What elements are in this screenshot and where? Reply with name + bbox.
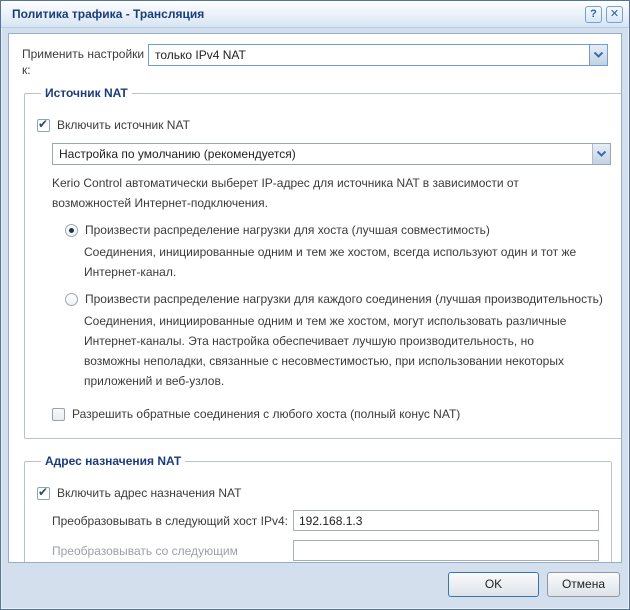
traffic-policy-translation-dialog: Политика трафика - Трансляция ? ✕ Примен… xyxy=(0,0,630,610)
apply-settings-select[interactable]: только IPv4 NAT xyxy=(148,44,608,66)
dialog-titlebar[interactable]: Политика трафика - Трансляция ? ✕ xyxy=(1,1,629,28)
dialog-title: Политика трафика - Трансляция xyxy=(12,7,585,21)
apply-settings-value: только IPv4 NAT xyxy=(149,48,589,62)
ipv4-host-input[interactable] xyxy=(293,510,599,531)
ipv4-host-label: Преобразовывать в следующий хост IPv4: xyxy=(52,510,293,529)
apply-settings-row: Применить настройки к: только IPv4 NAT xyxy=(22,44,608,78)
enable-source-nat-row: Включить источник NAT xyxy=(37,118,611,133)
full-cone-nat-row: Разрешить обратные соединения с любого х… xyxy=(52,407,611,422)
source-nat-mode-description: Kerio Control автоматически выберет IP-а… xyxy=(52,173,581,213)
close-icon[interactable]: ✕ xyxy=(606,6,623,23)
full-cone-nat-checkbox[interactable] xyxy=(52,408,65,421)
titlebar-buttons: ? ✕ xyxy=(585,6,623,23)
ipv6-prefix-input[interactable] xyxy=(293,540,599,561)
source-nat-mode-select[interactable]: Настройка по умолчанию (рекомендуется) xyxy=(52,143,611,165)
load-balance-host-radio[interactable] xyxy=(65,224,78,237)
destination-nat-group: Адрес назначения NAT Включить адрес назн… xyxy=(24,454,612,563)
source-nat-mode-value: Настройка по умолчанию (рекомендуется) xyxy=(53,147,592,161)
destination-nat-legend: Адрес назначения NAT xyxy=(41,454,185,468)
help-icon[interactable]: ? xyxy=(585,6,602,23)
load-balance-host-label: Произвести распределение нагрузки для хо… xyxy=(85,223,490,238)
full-cone-nat-label: Разрешить обратные соединения с любого х… xyxy=(72,407,460,422)
enable-destination-nat-row: Включить адрес назначения NAT xyxy=(37,486,599,501)
ipv4-host-row: Преобразовывать в следующий хост IPv4: xyxy=(52,510,599,531)
dialog-footer: OK Отмена xyxy=(1,563,629,609)
chevron-down-icon[interactable] xyxy=(592,144,610,164)
enable-destination-nat-checkbox[interactable] xyxy=(37,487,50,500)
ipv6-prefix-row: Преобразовывать со следующим префиксом I… xyxy=(52,540,599,563)
load-balance-connection-radio[interactable] xyxy=(65,293,78,306)
chevron-down-icon[interactable] xyxy=(589,45,607,65)
source-nat-group: Источник NAT Включить источник NAT Настр… xyxy=(24,86,622,439)
load-balance-host-row: Произвести распределение нагрузки для хо… xyxy=(65,223,611,238)
source-nat-legend: Источник NAT xyxy=(41,86,132,100)
cancel-button[interactable]: Отмена xyxy=(547,572,620,597)
enable-source-nat-checkbox[interactable] xyxy=(37,119,50,132)
apply-settings-label: Применить настройки к: xyxy=(22,44,148,78)
enable-destination-nat-label: Включить адрес назначения NAT xyxy=(57,486,241,501)
ok-button[interactable]: OK xyxy=(448,572,539,597)
enable-source-nat-label: Включить источник NAT xyxy=(57,118,190,133)
ipv6-prefix-label: Преобразовывать со следующим префиксом I… xyxy=(52,540,293,563)
load-balance-connection-description: Соединения, инициированные одним и тем ж… xyxy=(84,311,585,391)
load-balance-host-description: Соединения, инициированные одним и тем ж… xyxy=(84,242,585,282)
load-balance-connection-row: Произвести распределение нагрузки для ка… xyxy=(65,292,611,307)
dialog-content: Применить настройки к: только IPv4 NAT И… xyxy=(8,33,622,563)
load-balance-connection-label: Произвести распределение нагрузки для ка… xyxy=(85,292,603,307)
